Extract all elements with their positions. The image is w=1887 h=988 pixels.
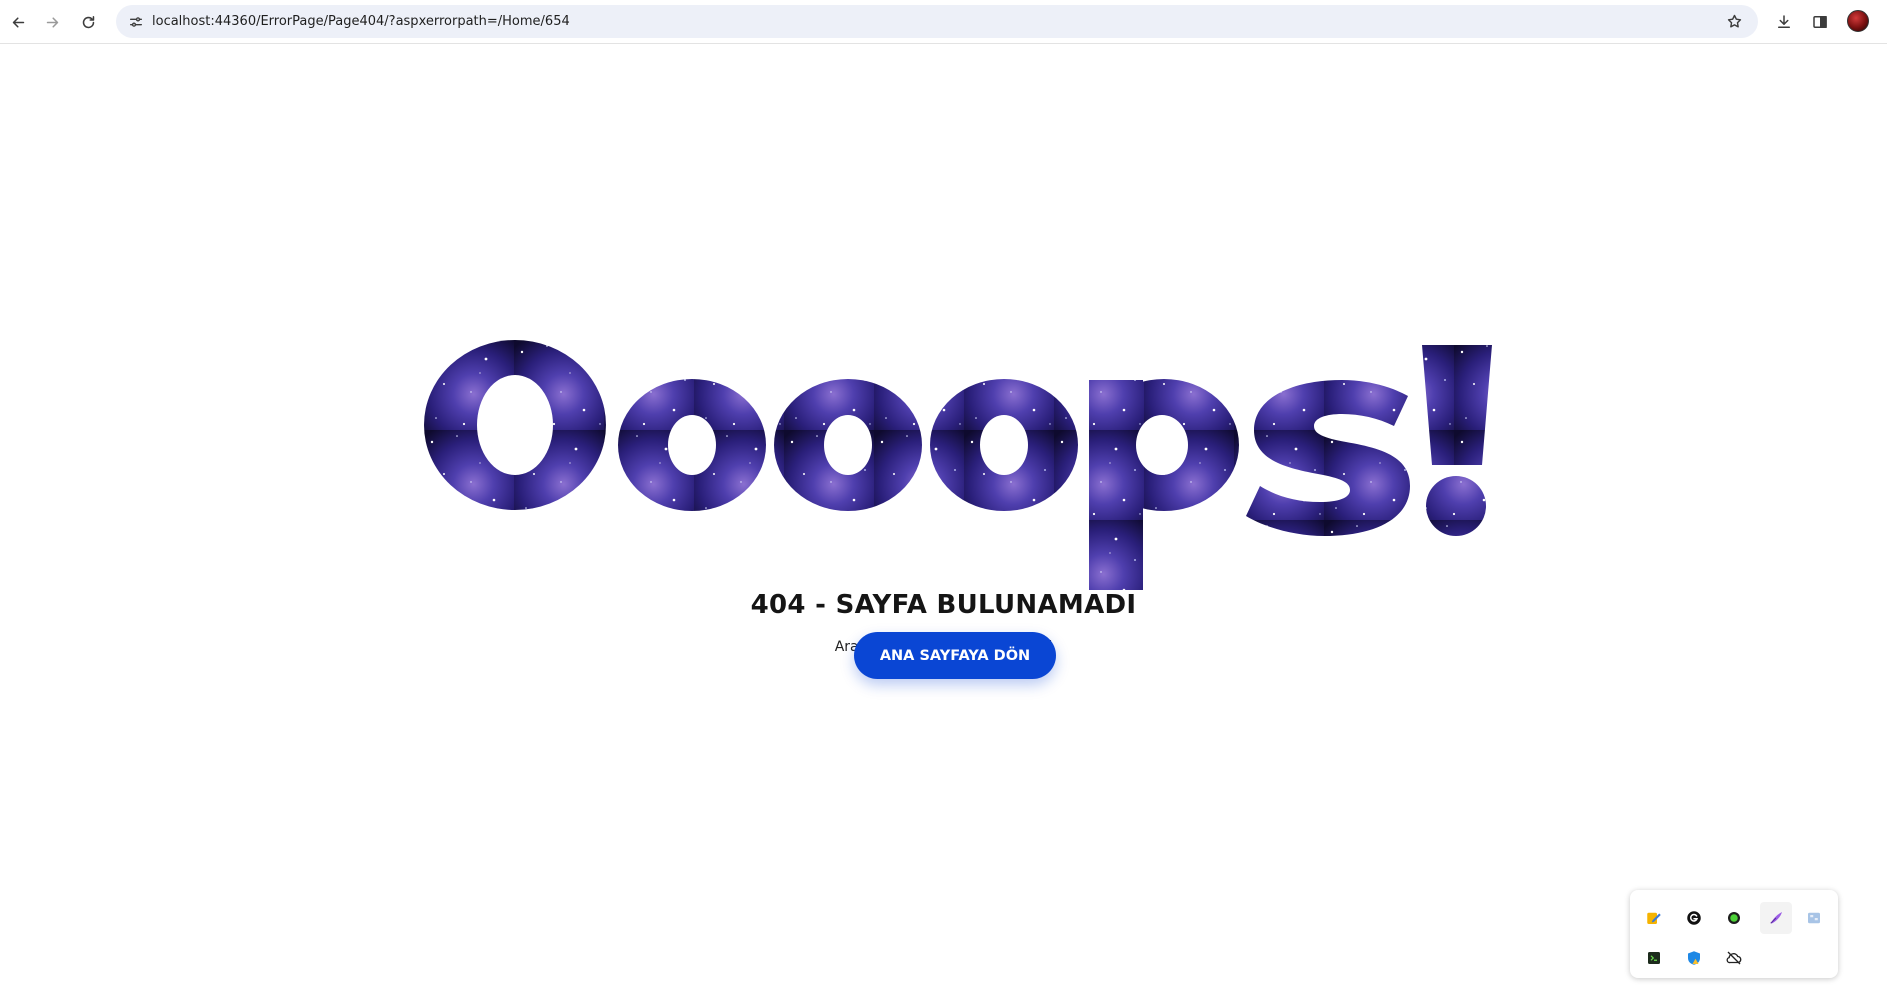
terminal-icon: [1648, 952, 1660, 964]
browser-toolbar: localhost:44360/ErrorPage/Page404/?aspxe…: [0, 0, 1887, 44]
home-button[interactable]: ANA SAYFAYA DÖN: [854, 632, 1056, 679]
back-button[interactable]: [4, 8, 32, 36]
tray-item-puzzle[interactable]: [1800, 904, 1828, 932]
error-page: 404 - SAYFA BULUNAMADI Aradığınız Sayfas…: [0, 45, 1887, 988]
tray-item-terminal[interactable]: [1640, 944, 1668, 972]
star-icon: [1727, 14, 1742, 28]
cloud-off-icon: [1726, 951, 1742, 965]
letter-p: [1088, 379, 1239, 590]
tray-item-notes[interactable]: [1640, 904, 1668, 932]
shield-warning-icon: [1688, 951, 1700, 965]
grammarly-icon: [1687, 911, 1701, 925]
galaxy-text-graphic: [423, 340, 1492, 590]
bookmark-button[interactable]: [1721, 8, 1748, 35]
feather-pen-icon: [1770, 912, 1782, 924]
back-arrow-icon: [12, 16, 24, 28]
letter-exclamation: [1421, 345, 1492, 536]
error-title: 404 - SAYFA BULUNAMADI: [750, 590, 1137, 620]
extension-tray: [1630, 890, 1838, 978]
pencil-note-icon: [1647, 912, 1661, 924]
letter-s: [1245, 380, 1410, 536]
tray-item-feather[interactable]: [1760, 902, 1792, 934]
address-bar[interactable]: localhost:44360/ErrorPage/Page404/?aspxe…: [116, 5, 1758, 38]
reload-icon: [82, 15, 94, 28]
tray-item-green[interactable]: [1720, 904, 1748, 932]
profile-avatar[interactable]: [1847, 10, 1869, 32]
downloads-button[interactable]: [1770, 8, 1798, 36]
green-dot-icon: [1728, 912, 1740, 924]
site-settings-icon: [129, 16, 142, 27]
url-text[interactable]: localhost:44360/ErrorPage/Page404/?aspxe…: [152, 5, 570, 38]
puzzle-box-icon: [1808, 912, 1820, 924]
side-panel-button[interactable]: [1806, 8, 1834, 36]
tray-item-cloud[interactable]: [1720, 944, 1748, 972]
tray-item-shield[interactable]: [1680, 944, 1708, 972]
reload-button[interactable]: [74, 8, 102, 36]
tray-item-grammarly[interactable]: [1680, 904, 1708, 932]
download-icon: [1778, 15, 1790, 28]
forward-arrow-icon: [46, 16, 58, 28]
site-info-button[interactable]: [122, 8, 149, 35]
forward-button[interactable]: [38, 8, 66, 36]
side-panel-icon: [1813, 16, 1827, 28]
